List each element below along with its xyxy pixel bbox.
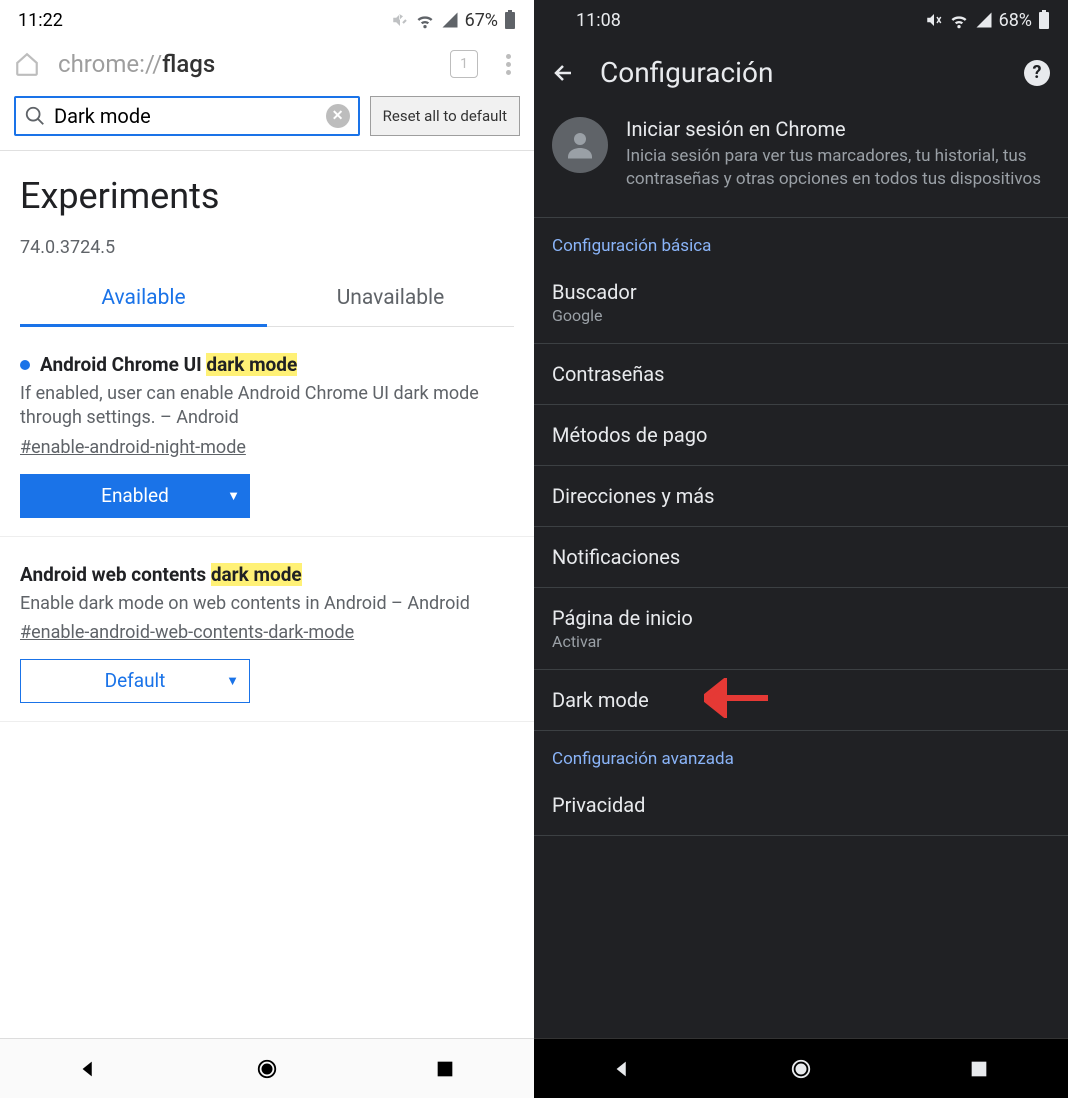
battery-percent: 67% (465, 10, 498, 31)
settings-item-title: Contraseñas (552, 362, 1050, 386)
settings-item-title: Página de inicio (552, 606, 1050, 630)
chevron-down-icon: ▼ (226, 673, 239, 689)
nav-back-icon[interactable] (612, 1058, 634, 1080)
flag-id[interactable]: #enable-android-night-mode (20, 437, 514, 458)
clear-search-icon[interactable]: ✕ (326, 104, 350, 128)
nav-home-icon[interactable] (256, 1058, 278, 1080)
settings-header: Configuración ? (534, 40, 1068, 107)
settings-item[interactable]: Contraseñas (534, 344, 1068, 405)
nav-back-icon[interactable] (78, 1058, 100, 1080)
status-bar: 11:22 67% (0, 0, 534, 40)
flag-name: Android web contents dark mode (20, 563, 302, 586)
section-basic-label: Configuración básica (534, 218, 1068, 262)
signin-title: Iniciar sesión en Chrome (626, 117, 1050, 141)
section-advanced-label: Configuración avanzada (534, 731, 1068, 775)
mute-icon (391, 11, 409, 29)
nav-recent-icon[interactable] (968, 1058, 990, 1080)
annotation-arrow-icon (704, 678, 768, 722)
tab-unavailable[interactable]: Unavailable (267, 276, 514, 327)
settings-item-subtitle: Activar (552, 632, 1050, 651)
home-icon[interactable] (14, 51, 40, 77)
wifi-icon (415, 10, 435, 30)
status-time: 11:22 (18, 10, 63, 31)
search-icon (24, 105, 46, 127)
signal-icon (441, 11, 459, 29)
signal-icon (975, 11, 993, 29)
flag-name: Android Chrome UI dark mode (40, 353, 297, 376)
settings-item[interactable]: Notificaciones (534, 527, 1068, 588)
settings-title: Configuración (600, 56, 1000, 89)
chrome-settings-screen: 11:08 68% Configuración ? Iniciar sesión… (534, 0, 1068, 1098)
settings-item[interactable]: Direcciones y más (534, 466, 1068, 527)
battery-icon (504, 10, 516, 30)
battery-icon (1038, 10, 1050, 30)
signin-row[interactable]: Iniciar sesión en Chrome Inicia sesión p… (534, 107, 1068, 218)
settings-item-title: Direcciones y más (552, 484, 1050, 508)
battery-percent: 68% (999, 10, 1032, 31)
settings-item[interactable]: Buscador Google (534, 262, 1068, 344)
settings-item-title: Privacidad (552, 793, 1050, 817)
flag-dropdown[interactable]: Default▼ (20, 659, 250, 703)
flag-item: Android web contents dark mode Enable da… (0, 537, 534, 722)
settings-item[interactable]: Métodos de pago (534, 405, 1068, 466)
flags-list: Android Chrome UI dark mode If enabled, … (0, 327, 534, 722)
settings-item[interactable]: Dark mode (534, 670, 1068, 731)
flag-item: Android Chrome UI dark mode If enabled, … (0, 327, 534, 537)
more-menu-icon[interactable] (496, 54, 520, 75)
settings-item-title: Buscador (552, 280, 1050, 304)
settings-item-title: Notificaciones (552, 545, 1050, 569)
flag-description: Enable dark mode on web contents in Andr… (20, 592, 514, 616)
status-icons: 67% (391, 10, 516, 31)
settings-item[interactable]: Privacidad (534, 775, 1068, 836)
flag-id[interactable]: #enable-android-web-contents-dark-mode (20, 622, 514, 643)
tab-switcher[interactable]: 1 (450, 50, 478, 78)
flag-description: If enabled, user can enable Android Chro… (20, 382, 514, 431)
search-input[interactable] (54, 104, 318, 128)
nav-recent-icon[interactable] (434, 1058, 456, 1080)
settings-item-subtitle: Google (552, 306, 1050, 325)
version-label: 74.0.3724.5 (20, 237, 514, 258)
settings-basic-list: Buscador Google Contraseñas Métodos de pago… (534, 262, 1068, 731)
status-icons: 68% (925, 10, 1050, 31)
nav-home-icon[interactable] (790, 1058, 812, 1080)
settings-item-title: Dark mode (552, 688, 1050, 712)
settings-item-title: Métodos de pago (552, 423, 1050, 447)
chrome-flags-screen: 11:22 67% chrome://flags 1 ✕ Reset all t… (0, 0, 534, 1098)
page-title: Experiments (20, 175, 514, 217)
search-box[interactable]: ✕ (14, 96, 360, 136)
address-bar[interactable]: chrome://flags 1 (0, 40, 534, 96)
tab-available[interactable]: Available (20, 276, 267, 327)
signin-subtitle: Inicia sesión para ver tus marcadores, t… (626, 145, 1050, 191)
settings-advanced-list: Privacidad (534, 775, 1068, 836)
settings-item[interactable]: Página de inicio Activar (534, 588, 1068, 670)
back-arrow-icon[interactable] (552, 61, 576, 85)
status-bar: 11:08 68% (534, 0, 1068, 40)
avatar-icon (552, 117, 608, 173)
wifi-icon (949, 10, 969, 30)
mute-icon (925, 11, 943, 29)
status-time: 11:08 (576, 10, 621, 31)
modified-dot-icon (20, 360, 30, 370)
url-text[interactable]: chrome://flags (58, 50, 432, 78)
flags-tabs: Available Unavailable (20, 276, 514, 327)
reset-all-button[interactable]: Reset all to default (370, 96, 520, 136)
android-navbar (534, 1038, 1068, 1098)
experiments-header: Experiments 74.0.3724.5 Available Unavai… (0, 151, 534, 327)
android-navbar (0, 1038, 534, 1098)
help-icon[interactable]: ? (1024, 60, 1050, 86)
chevron-down-icon: ▼ (227, 488, 240, 504)
flag-dropdown[interactable]: Enabled▼ (20, 474, 250, 518)
flags-search-row: ✕ Reset all to default (0, 96, 534, 151)
